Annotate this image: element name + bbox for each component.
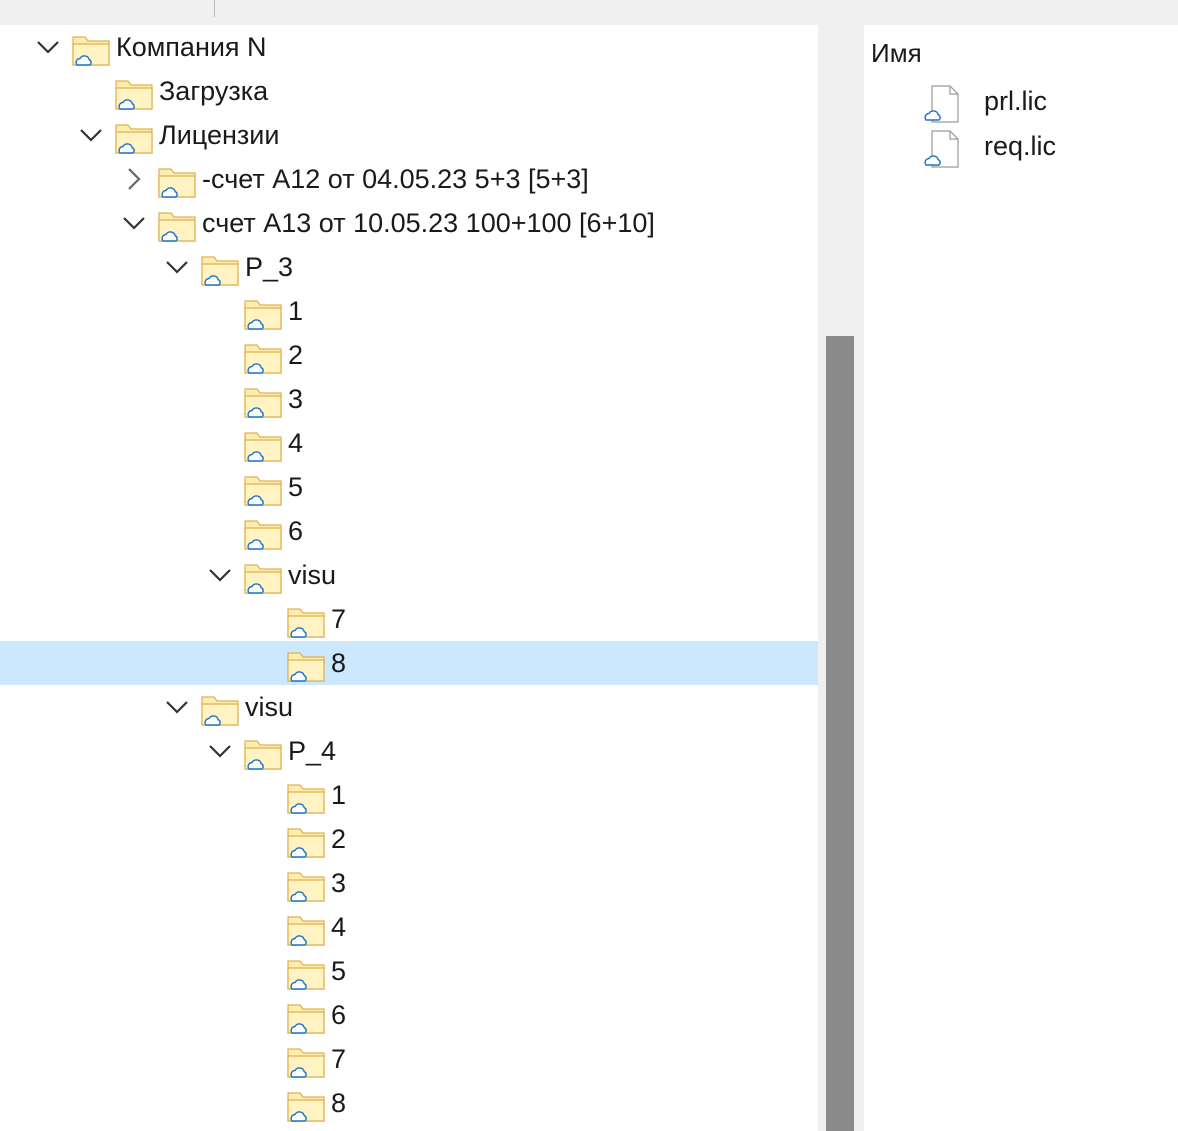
- tree-item[interactable]: 6: [0, 509, 818, 553]
- chevron-down-icon[interactable]: [207, 738, 233, 764]
- tree-item[interactable]: 3: [0, 377, 818, 421]
- tree-item[interactable]: 3: [0, 861, 818, 905]
- tree-item-label: 8: [331, 1088, 347, 1118]
- tree-item-label: visu: [288, 560, 337, 590]
- folder-cloud-icon: [243, 517, 283, 553]
- chevron-down-icon[interactable]: [164, 694, 190, 720]
- file-item-label: req.lic: [984, 131, 1057, 161]
- chevron-down-icon[interactable]: [121, 210, 147, 236]
- toolbar-strip: [0, 0, 1178, 25]
- tree-item[interactable]: Лицензии: [0, 113, 818, 157]
- folder-cloud-icon: [243, 561, 283, 597]
- tree-item[interactable]: 7: [0, 1037, 818, 1081]
- tree-item-label: 7: [331, 1044, 347, 1074]
- chevron-down-icon[interactable]: [78, 122, 104, 148]
- tree-item[interactable]: 8: [0, 1081, 818, 1125]
- tree-item-label: 3: [288, 384, 304, 414]
- tree-item[interactable]: P_4: [0, 729, 818, 773]
- tree-item[interactable]: 1: [0, 773, 818, 817]
- tree-item-label: 1: [288, 296, 304, 326]
- chevron-down-icon[interactable]: [35, 34, 61, 60]
- folder-cloud-icon: [286, 1001, 326, 1037]
- folder-cloud-icon: [157, 209, 197, 245]
- tree-item-label: счет А13 от 10.05.23 100+100 [6+10]: [202, 208, 655, 238]
- tree-item-label: P_4: [288, 736, 337, 766]
- file-item[interactable]: req.lic: [864, 124, 1178, 168]
- tree-item-label: 8: [331, 648, 347, 678]
- folder-cloud-icon: [286, 869, 326, 905]
- tree-item-label: Лицензии: [159, 120, 280, 150]
- tree-item[interactable]: P_3: [0, 245, 818, 289]
- tree-item[interactable]: 5: [0, 949, 818, 993]
- tree-item-label: P_3: [245, 252, 294, 282]
- column-header-name[interactable]: Имя: [871, 37, 922, 69]
- tree-item[interactable]: 6: [0, 993, 818, 1037]
- tree-item[interactable]: 7: [0, 597, 818, 641]
- tree-item[interactable]: 2: [0, 333, 818, 377]
- folder-cloud-icon: [243, 473, 283, 509]
- tree-item[interactable]: 1: [0, 289, 818, 333]
- tree-item-label: 6: [331, 1000, 347, 1030]
- tree-item[interactable]: счет А13 от 10.05.23 100+100 [6+10]: [0, 201, 818, 245]
- folder-cloud-icon: [243, 429, 283, 465]
- folder-cloud-icon: [243, 385, 283, 421]
- folder-cloud-icon: [243, 297, 283, 333]
- folder-cloud-icon: [200, 693, 240, 729]
- tree-item-label: 4: [288, 428, 304, 458]
- file-item[interactable]: prl.lic: [864, 79, 1178, 123]
- folder-cloud-icon: [71, 33, 111, 69]
- file-item-label: prl.lic: [984, 86, 1048, 116]
- folder-cloud-icon: [286, 1045, 326, 1081]
- tree-item-label: Загрузка: [159, 76, 269, 106]
- tree-item-label: -счет А12 от 04.05.23 5+3 [5+3]: [202, 164, 589, 194]
- file-cloud-icon: [924, 84, 964, 124]
- tree-item[interactable]: -счет А12 от 04.05.23 5+3 [5+3]: [0, 157, 818, 201]
- tree-item-label: 7: [331, 604, 347, 634]
- tree-item[interactable]: Загрузка: [0, 69, 818, 113]
- file-cloud-icon: [924, 129, 964, 169]
- folder-cloud-icon: [114, 121, 154, 157]
- tree-item-label: 5: [331, 956, 347, 986]
- tree-item-label: 5: [288, 472, 304, 502]
- folder-cloud-icon: [286, 781, 326, 817]
- folder-cloud-icon: [286, 825, 326, 861]
- tree-item[interactable]: 8: [0, 641, 818, 685]
- folder-cloud-icon: [286, 957, 326, 993]
- folder-cloud-icon: [286, 913, 326, 949]
- tree-item[interactable]: visu: [0, 685, 818, 729]
- tree-item[interactable]: 4: [0, 905, 818, 949]
- folder-cloud-icon: [286, 605, 326, 641]
- folder-cloud-icon: [286, 1089, 326, 1125]
- tree-item-label: visu: [245, 692, 294, 722]
- folder-cloud-icon: [200, 253, 240, 289]
- folder-cloud-icon: [286, 649, 326, 685]
- tree-item-label: Компания N: [116, 32, 267, 62]
- chevron-right-icon[interactable]: [121, 166, 147, 192]
- tree-item-label: 2: [288, 340, 304, 370]
- tree-item[interactable]: Компания N: [0, 25, 818, 69]
- chevron-down-icon[interactable]: [207, 562, 233, 588]
- folder-cloud-icon: [157, 165, 197, 201]
- tree-item[interactable]: 4: [0, 421, 818, 465]
- tree-item[interactable]: visu: [0, 553, 818, 597]
- tree-item-label: 2: [331, 824, 347, 854]
- tree-item-label: 1: [331, 780, 347, 810]
- folder-cloud-icon: [243, 341, 283, 377]
- tree-item-label: 3: [331, 868, 347, 898]
- scrollbar-thumb[interactable]: [826, 336, 854, 1131]
- file-list-pane[interactable]: Имя prl.lic req.lic: [864, 25, 1178, 1131]
- nav-pane-scrollbar[interactable]: [820, 25, 862, 1131]
- tree-item-label: 4: [331, 912, 347, 942]
- toolbar-separator: [214, 0, 215, 17]
- folder-cloud-icon: [114, 77, 154, 113]
- tree-item[interactable]: 5: [0, 465, 818, 509]
- tree-item[interactable]: 2: [0, 817, 818, 861]
- navigation-pane[interactable]: Компания N Загрузка Лицензии -счет А12 от 0…: [0, 25, 818, 1131]
- tree-item-label: 6: [288, 516, 304, 546]
- folder-cloud-icon: [243, 737, 283, 773]
- chevron-down-icon[interactable]: [164, 254, 190, 280]
